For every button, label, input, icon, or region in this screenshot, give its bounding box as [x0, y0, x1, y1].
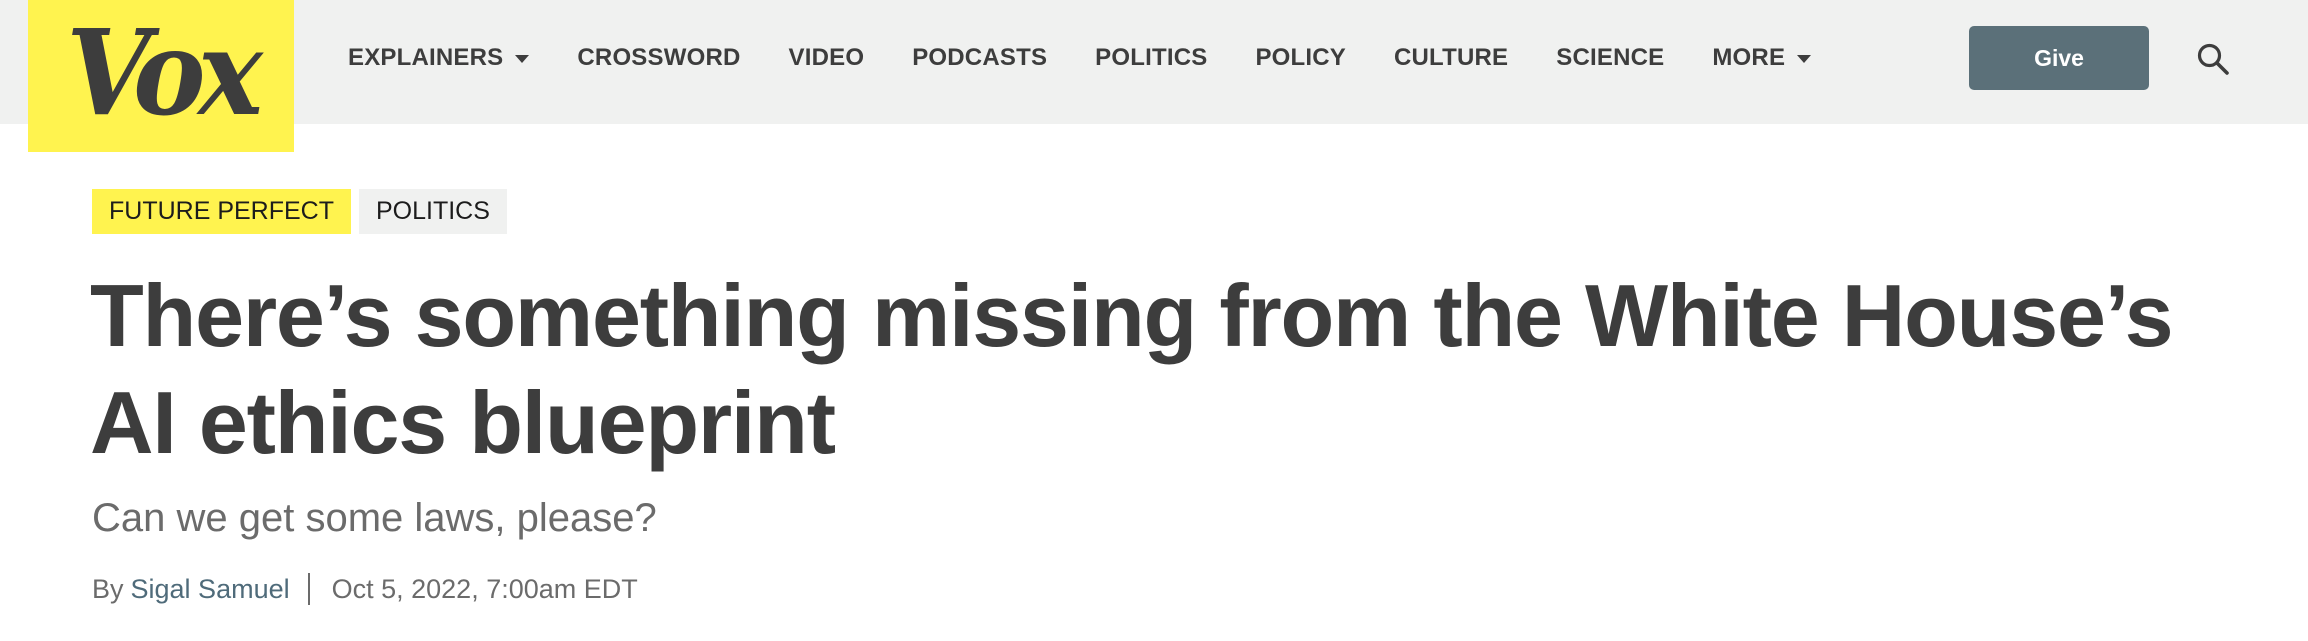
nav-item-more[interactable]: MORE [1712, 44, 1812, 72]
site-header: Vox EXPLAINERS CROSSWORD VIDEO PODCASTS … [0, 0, 2308, 152]
nav-item-label: POLITICS [1095, 44, 1208, 71]
byline-prefix: By [92, 573, 124, 604]
article-dek: Can we get some laws, please? [92, 496, 657, 540]
search-icon [2197, 43, 2229, 75]
nav-item-label: EXPLAINERS [348, 44, 504, 71]
nav-item-explainers[interactable]: EXPLAINERS [348, 44, 530, 72]
nav-item-label: PODCASTS [912, 44, 1048, 71]
search-button[interactable] [2194, 40, 2232, 78]
nav-item-label: MORE [1712, 44, 1786, 71]
nav-item-label: POLICY [1255, 44, 1346, 71]
nav-item-video[interactable]: VIDEO [789, 44, 865, 72]
nav-item-label: SCIENCE [1556, 44, 1665, 71]
tag-politics[interactable]: POLITICS [359, 189, 507, 234]
article-tags: FUTURE PERFECT POLITICS [92, 189, 507, 234]
nav-item-label: CULTURE [1393, 44, 1509, 71]
author-link[interactable]: Sigal Samuel [131, 574, 290, 605]
nav-item-crossword[interactable]: CROSSWORD [577, 44, 740, 72]
chevron-down-icon [515, 55, 530, 63]
nav-item-science[interactable]: SCIENCE [1556, 44, 1664, 72]
byline: By Sigal Samuel Oct 5, 2022, 7:00am EDT [92, 570, 638, 608]
nav-item-label: CROSSWORD [577, 44, 741, 71]
nav-item-culture[interactable]: CULTURE [1394, 44, 1508, 72]
nav-item-politics[interactable]: POLITICS [1095, 44, 1207, 72]
main-nav: EXPLAINERS CROSSWORD VIDEO PODCASTS POLI… [348, 0, 1812, 116]
byline-divider [307, 573, 310, 605]
chevron-down-icon [1797, 55, 1812, 63]
nav-item-policy[interactable]: POLICY [1255, 44, 1346, 72]
nav-item-label: VIDEO [788, 44, 865, 71]
nav-item-podcasts[interactable]: PODCASTS [912, 44, 1047, 72]
give-button[interactable]: Give [1969, 26, 2149, 90]
vox-logo[interactable]: Vox [28, 0, 294, 152]
publish-date: Oct 5, 2022, 7:00am EDT [331, 573, 638, 604]
logo-text: Vox [66, 3, 263, 142]
article-headline: There’s something missing from the White… [90, 266, 2174, 472]
tag-future-perfect[interactable]: FUTURE PERFECT [92, 189, 351, 234]
